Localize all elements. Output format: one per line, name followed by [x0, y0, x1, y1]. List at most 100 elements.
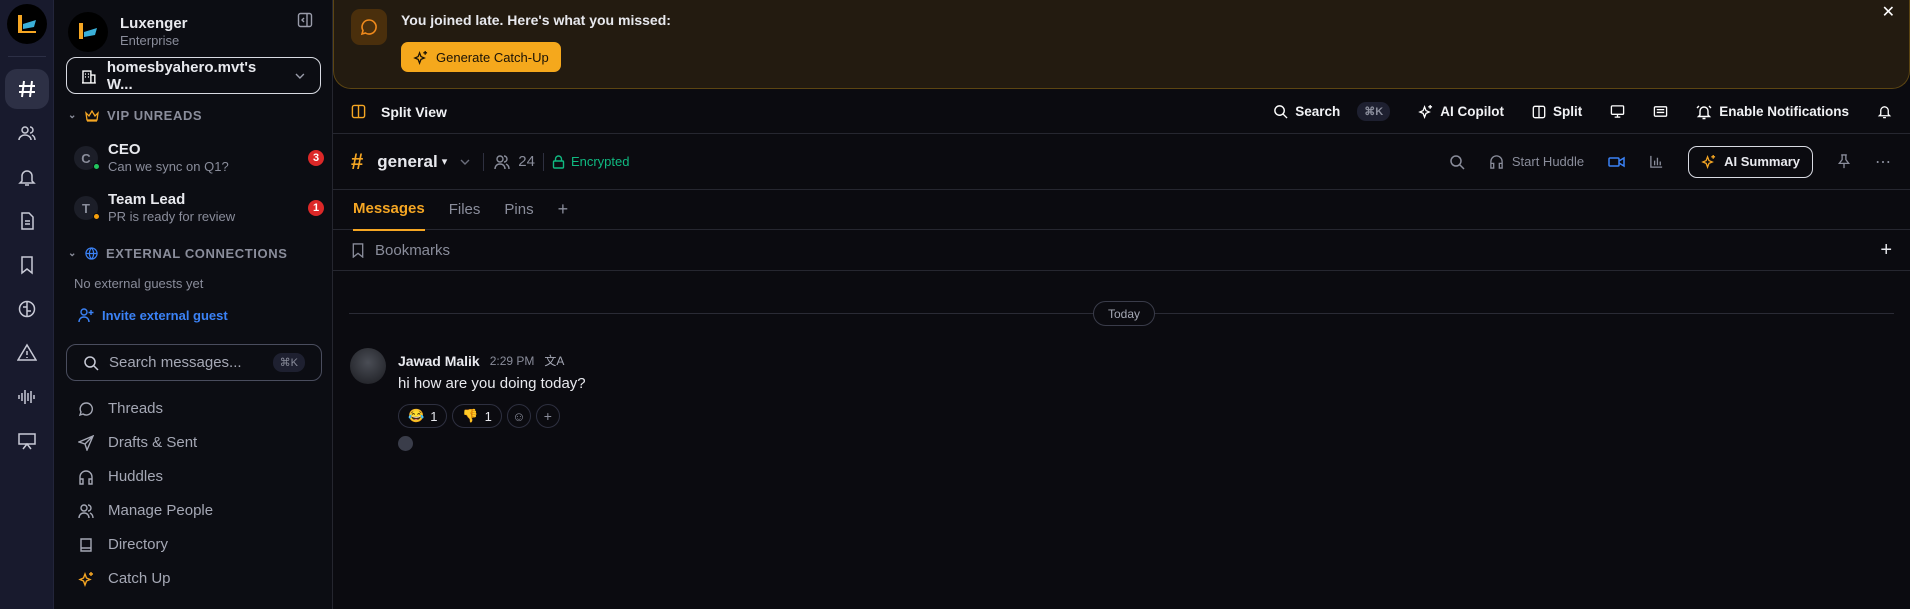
dm-name: CEO — [108, 141, 141, 158]
keyboard-icon[interactable] — [1653, 104, 1668, 119]
chevron-down-icon — [295, 73, 305, 79]
encrypted-badge: Encrypted — [570, 154, 630, 169]
warning-icon[interactable] — [5, 333, 49, 373]
dm-name: Team Lead — [108, 191, 186, 208]
search-icon[interactable] — [1449, 154, 1465, 170]
people-icon[interactable] — [5, 113, 49, 153]
ai-summary-button[interactable]: AI Summary — [1688, 145, 1813, 178]
audio-wave-icon[interactable] — [5, 377, 49, 417]
nav-directory[interactable]: Directory — [78, 536, 168, 553]
chart-icon[interactable] — [1649, 154, 1664, 169]
channel-name[interactable]: general — [377, 152, 437, 172]
message-text: hi how are you doing today? — [398, 375, 586, 392]
nav-threads[interactable]: Threads — [78, 400, 163, 417]
search-messages-input[interactable]: Search messages... ⌘K — [66, 344, 322, 381]
vip-item-ceo[interactable]: C CEO Can we sync on Q1? 3 — [74, 141, 324, 175]
sparkles-icon — [1418, 104, 1433, 119]
nav-drafts-sent[interactable]: Drafts & Sent — [78, 434, 197, 451]
add-reaction-icon[interactable]: ☺ — [506, 404, 531, 428]
avatar: T — [74, 196, 100, 220]
columns-icon — [1532, 105, 1546, 118]
tab-messages[interactable]: Messages — [353, 188, 425, 231]
dm-preview: PR is ready for review — [108, 209, 236, 224]
shortcut-hint: ⌘K — [1357, 102, 1391, 121]
plus-icon[interactable]: + — [535, 404, 560, 428]
close-icon[interactable]: ✕ — [1882, 2, 1895, 22]
columns-icon — [351, 104, 366, 119]
message-author[interactable]: Jawad Malik — [398, 353, 480, 369]
nav-huddles[interactable]: Huddles — [78, 468, 163, 485]
monitor-icon[interactable] — [1610, 104, 1625, 119]
chevron-icon: ⌄ — [68, 248, 77, 259]
nav-manage-people[interactable]: Manage People — [78, 502, 213, 519]
brain-icon[interactable] — [5, 289, 49, 329]
add-bookmark-icon[interactable]: + — [1880, 239, 1892, 262]
split-button[interactable]: Split — [1532, 104, 1582, 119]
collapse-sidebar-icon[interactable] — [297, 12, 313, 28]
bookmarks-bar: Bookmarks + — [333, 230, 1910, 271]
app-rail — [0, 0, 54, 609]
headphones-icon — [79, 469, 93, 485]
bell-icon[interactable] — [5, 157, 49, 197]
date-divider: Today — [1093, 301, 1156, 326]
start-huddle-button[interactable]: Start Huddle — [1489, 154, 1584, 169]
add-tab-icon[interactable]: + — [558, 187, 569, 232]
read-receipt-avatar — [398, 436, 413, 451]
workspace-logo — [68, 12, 108, 52]
more-options-icon[interactable]: ⋯ — [1875, 152, 1892, 172]
tab-files[interactable]: Files — [449, 189, 481, 230]
channel-tabs: Messages Files Pins + — [333, 187, 1910, 232]
chat-bubble-icon — [78, 401, 93, 416]
away-status-dot — [93, 213, 100, 220]
bell-icon[interactable] — [1877, 104, 1892, 119]
sparkles-icon — [413, 50, 428, 65]
external-title: EXTERNAL CONNECTIONS — [105, 246, 288, 261]
document-icon[interactable] — [5, 201, 49, 241]
reaction-chip[interactable]: 👎 1 — [452, 404, 502, 428]
split-view-button[interactable]: Split View — [351, 104, 447, 120]
video-icon[interactable] — [1608, 155, 1625, 169]
chevron-icon: ⌄ — [68, 110, 77, 121]
vip-item-team-lead[interactable]: T Team Lead PR is ready for review 1 — [74, 191, 324, 225]
search-icon — [1274, 105, 1288, 119]
workspace-header: Luxenger Enterprise — [68, 12, 188, 52]
shortcut-hint: ⌘K — [272, 353, 305, 372]
channel-dropdown-icon[interactable]: ▾ — [442, 155, 448, 168]
pin-icon[interactable] — [1837, 154, 1851, 169]
main-panel: You joined late. Here's what you missed:… — [333, 0, 1910, 609]
workspace-selector[interactable]: homesbyahero.mvt's W... — [66, 57, 321, 94]
workspace-plan: Enterprise — [120, 33, 180, 48]
bookmark-icon[interactable] — [5, 245, 49, 285]
ai-copilot-button[interactable]: AI Copilot — [1418, 104, 1504, 119]
reaction-chip[interactable]: 😂 1 — [398, 404, 448, 428]
online-status-dot — [93, 163, 100, 170]
banner-title: You joined late. Here's what you missed: — [401, 12, 671, 28]
search-button[interactable]: Search ⌘K — [1273, 102, 1391, 121]
members-icon — [494, 154, 510, 169]
app-logo[interactable] — [7, 4, 47, 44]
chevron-down-icon[interactable] — [459, 156, 471, 168]
member-count[interactable]: 24 — [518, 153, 535, 170]
avatar: C — [74, 146, 100, 170]
translate-icon[interactable]: 文A — [544, 352, 564, 369]
avatar[interactable] — [350, 348, 386, 384]
external-section-header[interactable]: ⌄ EXTERNAL CONNECTIONS — [68, 246, 287, 261]
rail-divider — [8, 56, 46, 57]
generate-catch-up-button[interactable]: Generate Catch-Up — [401, 42, 561, 72]
invite-guest-link[interactable]: Invite external guest — [78, 307, 228, 323]
hash-icon: # — [351, 148, 364, 174]
tab-pins[interactable]: Pins — [504, 189, 533, 230]
bookmarks-label[interactable]: Bookmarks — [375, 242, 450, 259]
enable-notifications-button[interactable]: Enable Notifications — [1696, 104, 1849, 120]
vip-section-header[interactable]: ⌄ VIP UNREADS — [68, 108, 202, 123]
sparkles-icon — [1701, 154, 1716, 169]
workspace-selector-label: homesbyahero.mvt's W... — [106, 58, 257, 93]
sparkles-icon — [78, 571, 93, 587]
presentation-icon[interactable] — [5, 421, 49, 461]
bookmark-icon — [352, 242, 364, 258]
crown-icon — [85, 109, 99, 122]
vip-title: VIP UNREADS — [106, 108, 203, 123]
channels-icon[interactable] — [5, 69, 49, 109]
catch-up-banner: You joined late. Here's what you missed:… — [333, 0, 1910, 89]
nav-catch-up[interactable]: Catch Up — [78, 570, 171, 587]
